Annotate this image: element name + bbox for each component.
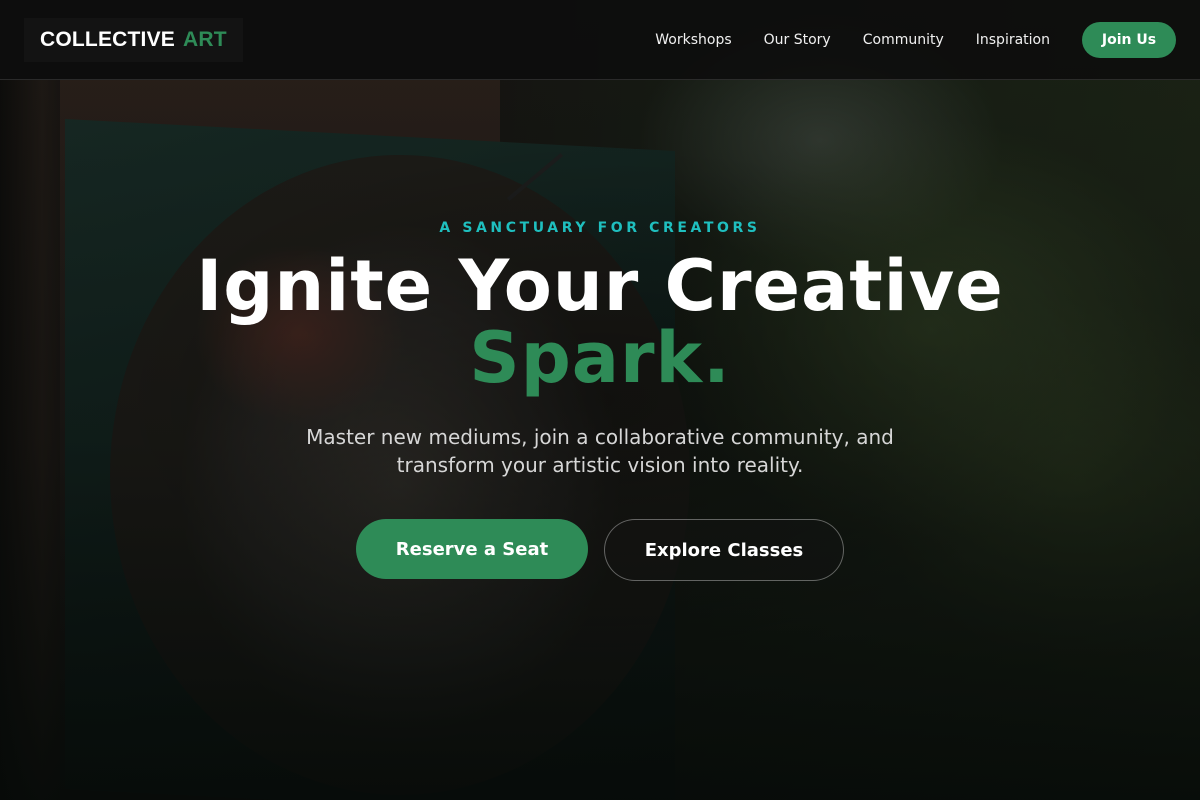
hero-headline: Ignite Your Creative Spark. <box>0 250 1200 394</box>
hero-headline-accent: Spark. <box>469 317 731 399</box>
explore-classes-button[interactable]: Explore Classes <box>604 519 844 581</box>
hero-cta-group: Reserve a Seat Explore Classes <box>0 519 1200 581</box>
hero-section: A SANCTUARY FOR CREATORS Ignite Your Cre… <box>0 0 1200 800</box>
hero-headline-line1: Ignite Your Creative <box>196 245 1004 327</box>
hero-subtext: Master new mediums, join a collaborative… <box>306 425 894 477</box>
reserve-seat-button[interactable]: Reserve a Seat <box>356 519 588 579</box>
hero-eyebrow: A SANCTUARY FOR CREATORS <box>439 220 761 236</box>
